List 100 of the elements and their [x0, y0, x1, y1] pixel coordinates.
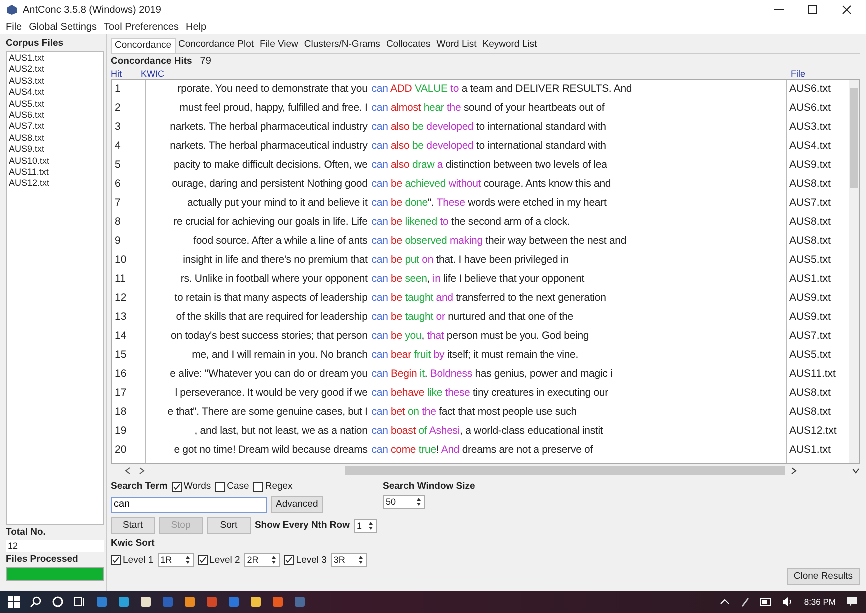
left-context: on today's best success stories; that person [170, 329, 368, 344]
file-name-cell-text: AUS8.txt [789, 386, 832, 401]
caret-up-icon[interactable] [720, 599, 730, 605]
corpus-file-item[interactable]: AUS6.txt [9, 110, 101, 122]
hit-number: 12 [115, 291, 128, 306]
checkbox-label: Case [227, 481, 250, 492]
file-name-cell-text: AUS8.txt [789, 215, 832, 230]
file-name-cell-text: AUS8.txt [789, 405, 832, 420]
task-view-icon[interactable] [74, 596, 86, 608]
windows-logo-icon[interactable] [8, 596, 20, 608]
corpus-file-item[interactable]: AUS3.txt [9, 76, 101, 88]
window-size-spinner[interactable]: 50 [383, 495, 425, 509]
sort-level-spinner[interactable]: 2R [244, 553, 280, 567]
left-context: e alive: "Whatever you can do or dream you [169, 367, 368, 382]
corpus-file-item[interactable]: AUS4.txt [9, 87, 101, 99]
corpus-file-item[interactable]: AUS11.txt [9, 167, 101, 178]
right-context: can almost hear the sound of your heartbeats out of [370, 101, 605, 116]
checkbox[interactable] [198, 555, 208, 565]
sort-level-spinner[interactable]: 3R [330, 553, 367, 567]
sort-level-spinner[interactable]: 1R [158, 553, 194, 567]
hit-number: 11 [115, 272, 127, 287]
pen-icon[interactable] [740, 597, 750, 607]
tab[interactable]: Keyword List [480, 38, 540, 53]
corpus-file-item[interactable]: AUS10.txt [9, 156, 101, 168]
action-button[interactable]: Start [111, 517, 155, 534]
checkbox[interactable] [284, 555, 294, 565]
corpus-file-item[interactable]: AUS8.txt [9, 132, 101, 144]
hit-number: 20 [115, 443, 128, 458]
menu-item[interactable]: Global Settings [29, 22, 97, 32]
checkbox-label: Level 3 [296, 554, 327, 566]
checkbox[interactable] [215, 482, 226, 492]
scroll-left-icon[interactable] [125, 466, 131, 474]
scroll-right-icon[interactable] [139, 466, 145, 474]
hit-number: 16 [115, 367, 128, 382]
column-header[interactable]: Hit [111, 68, 141, 78]
close-icon[interactable] [842, 5, 852, 15]
horizontal-scrollbar[interactable] [345, 466, 785, 475]
tab[interactable]: Concordance Plot [176, 38, 258, 53]
circle-icon[interactable] [52, 596, 64, 608]
action-button[interactable]: Sort [206, 517, 251, 534]
nth-row-spinner[interactable]: 1 [354, 518, 377, 532]
hit-number: 13 [115, 310, 128, 325]
column-header[interactable]: File [791, 68, 841, 78]
hit-number: 4 [115, 139, 122, 154]
file-name-cell-text: AUS11.txt [789, 367, 837, 382]
hit-number: 14 [115, 329, 128, 344]
hit-number: 6 [115, 177, 122, 192]
menu-item[interactable]: Tool Preferences [104, 22, 179, 32]
hit-number: 7 [115, 196, 122, 211]
scrollbar-thumb[interactable] [850, 88, 858, 188]
search-icon[interactable] [30, 596, 42, 608]
corpus-file-item[interactable]: AUS7.txt [9, 121, 101, 133]
file-name-cell-text: AUS9.txt [789, 291, 832, 306]
tab[interactable]: Clusters/N-Grams [301, 38, 384, 53]
checkbox-label: Level 1 [123, 554, 154, 566]
right-context: can ADD VALUE to a team and DELIVER RESULTS. And [370, 82, 632, 97]
tab[interactable]: Collocates [383, 38, 434, 53]
checkbox[interactable] [172, 482, 182, 492]
checkbox[interactable] [253, 482, 264, 492]
corpus-file-item[interactable]: AUS2.txt [9, 64, 101, 76]
left-context: me, and I will remain in you. No branch [191, 348, 368, 363]
file-name-cell-text: AUS12.txt [789, 424, 838, 439]
left-context: narkets. The herbal pharmaceutical industry [169, 120, 368, 135]
corpus-file-item[interactable]: AUS12.txt [9, 178, 101, 190]
scroll-down-icon[interactable] [852, 468, 860, 474]
scroll-right-icon[interactable] [791, 466, 797, 474]
tab[interactable]: File View [257, 38, 302, 53]
clock-time[interactable]: 8:36 PM [804, 597, 836, 607]
checkbox-label: Regex [265, 481, 293, 492]
menu-item[interactable]: Help [186, 22, 207, 32]
right-context: can be achieved without courage. Ants know this and [370, 177, 612, 192]
sidebar-heading: Corpus Files [6, 38, 65, 49]
checkbox[interactable] [111, 555, 121, 565]
kwic-sort-label: Kwic Sort [111, 538, 156, 549]
corpus-file-item[interactable]: AUS5.txt [9, 98, 101, 110]
clone-results-button[interactable]: Clone Results [786, 568, 860, 585]
file-name-cell-text: AUS9.txt [789, 310, 832, 325]
battery-icon[interactable] [760, 598, 772, 606]
search-field[interactable]: can [111, 496, 267, 512]
hits-label: Concordance Hits [111, 56, 192, 66]
tab[interactable]: Word List [434, 38, 480, 53]
hit-number: 8 [115, 215, 122, 230]
hits-count: 79 [200, 56, 212, 66]
left-context: e got no time! Dream wild because dreams [173, 443, 368, 458]
notification-icon[interactable] [846, 596, 858, 608]
maximize-icon[interactable] [808, 5, 818, 15]
vertical-scrollbar[interactable] [849, 80, 859, 463]
right-context: can be likened to the second arm of a clock. [370, 215, 570, 230]
corpus-file-item[interactable]: AUS9.txt [9, 144, 101, 156]
right-context: can be put on that. I have been privileged in [370, 253, 569, 268]
column-header[interactable]: KWIC [141, 68, 791, 78]
speaker-icon[interactable] [782, 597, 794, 607]
tab[interactable]: Concordance [111, 38, 176, 53]
advanced-button[interactable]: Advanced [271, 496, 323, 513]
left-context: l perseverance. It would be very good if we [174, 386, 368, 401]
app-icon[interactable] [294, 596, 306, 608]
right-context: can Begin it. Boldness has genius, power and magic i [370, 367, 613, 382]
corpus-file-item[interactable]: AUS1.txt [9, 53, 101, 64]
left-context: rs. Unlike in football where your opponent [180, 272, 368, 287]
menu-item[interactable]: File [6, 22, 22, 32]
